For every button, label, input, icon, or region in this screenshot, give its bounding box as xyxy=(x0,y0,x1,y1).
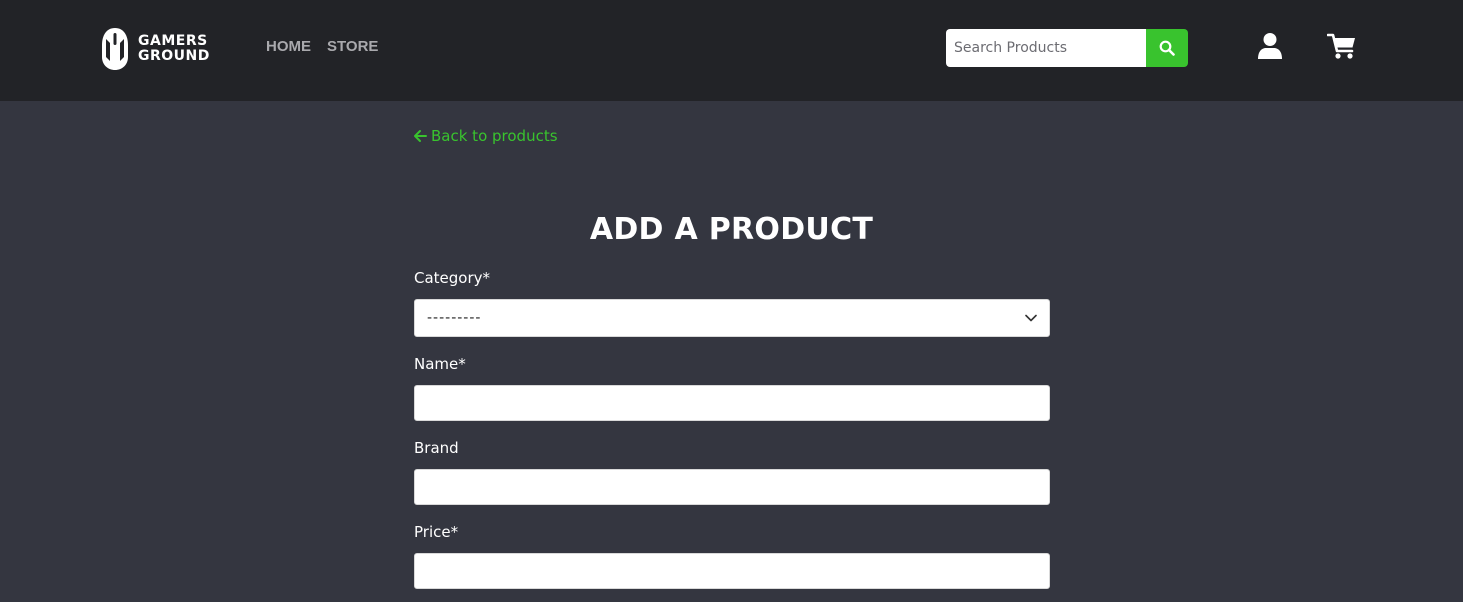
price-label: Price* xyxy=(414,523,459,541)
back-link-label: Back to products xyxy=(431,127,558,145)
arrow-left-icon xyxy=(414,130,427,142)
back-to-products-link[interactable]: Back to products xyxy=(413,127,558,145)
name-label: Name* xyxy=(414,355,466,373)
search-button[interactable] xyxy=(1146,29,1188,67)
page-title: ADD A PRODUCT xyxy=(589,212,874,247)
brand-field[interactable] xyxy=(414,469,1050,505)
category-label: Category* xyxy=(414,269,491,287)
site-header: GAMERS GROUND HOME STORE xyxy=(0,0,1463,101)
category-select[interactable]: --------- xyxy=(414,299,1050,337)
chevron-down-icon xyxy=(1025,314,1037,322)
user-icon[interactable] xyxy=(1257,32,1283,60)
category-selected-value: --------- xyxy=(427,310,482,326)
gamer-mouse-icon xyxy=(102,28,128,70)
brand-label: Brand xyxy=(414,439,459,457)
search-input[interactable] xyxy=(946,29,1146,67)
search-icon xyxy=(1159,40,1175,56)
logo-wordmark: GAMERS GROUND xyxy=(138,34,210,64)
price-field[interactable] xyxy=(414,553,1050,589)
nav-store-link[interactable]: STORE xyxy=(327,38,378,55)
logo-line-2: GROUND xyxy=(138,48,210,64)
site-logo[interactable]: GAMERS GROUND xyxy=(100,26,230,72)
nav-home-link[interactable]: HOME xyxy=(266,38,311,55)
name-field[interactable] xyxy=(414,385,1050,421)
shopping-cart-icon[interactable] xyxy=(1327,32,1357,60)
logo-line-1: GAMERS xyxy=(138,33,208,49)
